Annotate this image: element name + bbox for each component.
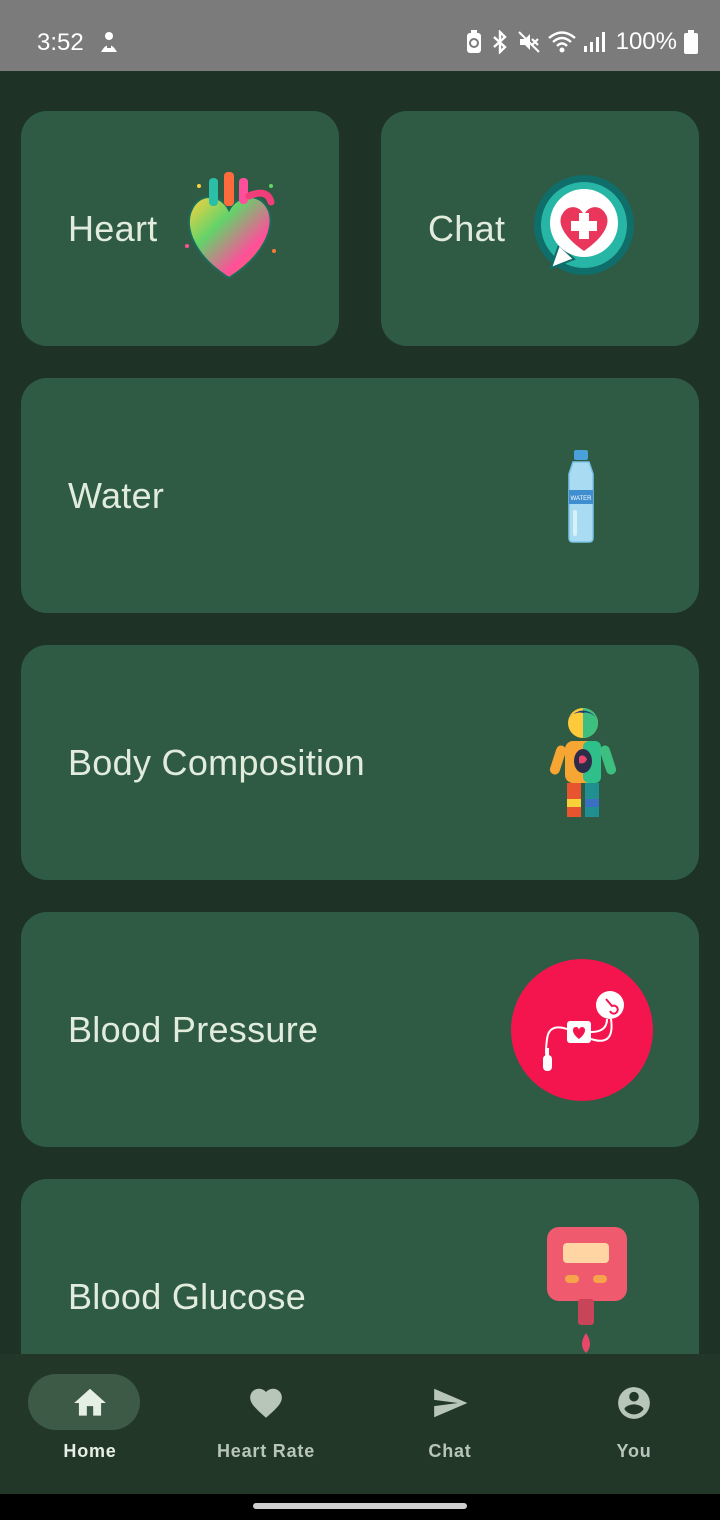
heart-card-label: Heart (68, 207, 158, 249)
bottle-label-text: WATER (571, 496, 593, 502)
blood-glucose-card[interactable]: Blood Glucose (21, 1179, 699, 1354)
body-composition-card[interactable]: Body Composition (21, 645, 699, 880)
bottom-navigation: Home Heart Rate Chat You (0, 1354, 720, 1494)
body-anatomy-icon (549, 708, 617, 817)
glucose-meter-icon (547, 1227, 627, 1353)
water-bottle-icon: WATER (568, 450, 594, 543)
blood-glucose-card-label: Blood Glucose (68, 1275, 307, 1317)
bluetooth-icon (492, 30, 507, 54)
dashboard-content[interactable]: Heart Chat Water WATER Body Composition … (0, 71, 720, 1354)
signal-icon (583, 32, 605, 52)
battery-icon (684, 30, 698, 54)
mute-icon (517, 31, 540, 53)
nav-you-label: You (616, 1441, 652, 1461)
nav-home[interactable]: Home (0, 1354, 180, 1494)
nav-home-label: Home (63, 1441, 117, 1461)
chat-card-label: Chat (428, 207, 506, 249)
blood-pressure-card[interactable]: Blood Pressure (21, 912, 699, 1147)
status-time: 3:52 (37, 29, 84, 56)
heart-card[interactable]: Heart (21, 111, 339, 346)
medical-chat-bubble-icon (534, 175, 634, 275)
android-notification-icon (101, 32, 117, 52)
colorful-heart-icon (185, 172, 276, 280)
battery-percentage: 100% (615, 28, 677, 55)
wifi-icon (547, 31, 576, 53)
gesture-handle[interactable] (253, 1503, 467, 1509)
blood-pressure-card-label: Blood Pressure (68, 1008, 319, 1050)
account-circle-icon (618, 1387, 650, 1419)
nav-chat-label: Chat (428, 1441, 472, 1461)
water-card-label: Water (68, 474, 165, 516)
battery-saver-icon (466, 30, 481, 53)
nav-chat[interactable]: Chat (360, 1354, 540, 1494)
nav-heart-rate[interactable]: Heart Rate (176, 1354, 356, 1494)
nav-you[interactable]: You (544, 1354, 720, 1494)
status-icons: 100% (465, 28, 698, 56)
blood-pressure-monitor-icon (511, 959, 653, 1101)
home-icon (74, 1388, 106, 1416)
body-composition-card-label: Body Composition (68, 741, 365, 783)
heart-icon (250, 1388, 282, 1418)
gesture-navigation-area (0, 1494, 720, 1520)
send-icon (434, 1388, 468, 1418)
chat-card[interactable]: Chat (381, 111, 699, 346)
nav-heart-rate-label: Heart Rate (216, 1441, 316, 1461)
water-card[interactable]: Water WATER (21, 378, 699, 613)
status-bar: 3:52 100% (0, 0, 720, 71)
